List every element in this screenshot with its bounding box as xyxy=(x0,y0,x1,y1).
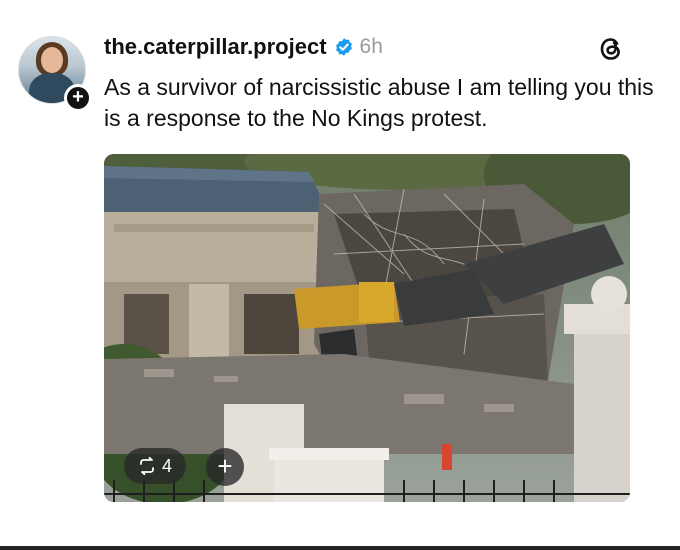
add-plus-button[interactable]: + xyxy=(206,448,244,486)
repost-count: 4 xyxy=(162,455,173,476)
post-image[interactable]: 4 + xyxy=(104,154,630,502)
post-header: the.caterpillar.project 6h xyxy=(104,34,383,60)
author-avatar-wrapper[interactable]: + xyxy=(18,36,92,112)
bottom-divider xyxy=(0,546,680,550)
repost-button[interactable]: 4 xyxy=(124,448,187,484)
repost-icon xyxy=(140,457,154,475)
threads-logo-icon[interactable] xyxy=(596,34,626,64)
follow-plus-icon[interactable]: + xyxy=(64,84,92,112)
verified-badge-icon xyxy=(335,38,352,56)
demolition-photo xyxy=(104,154,630,502)
post-text: As a survivor of narcissistic abuse I am… xyxy=(104,74,654,131)
post-timestamp: 6h xyxy=(359,35,383,58)
avatar-face xyxy=(41,47,63,73)
username[interactable]: the.caterpillar.project xyxy=(104,34,327,60)
